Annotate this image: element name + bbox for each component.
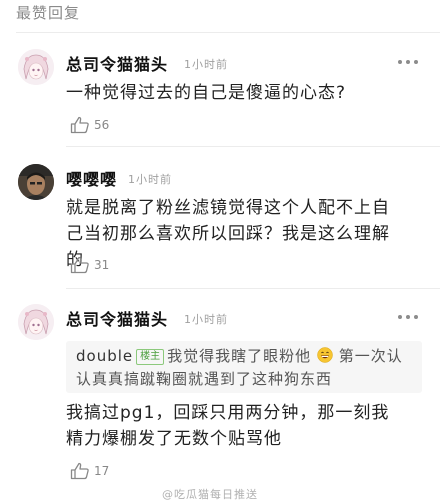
comment-username[interactable]: 总司令猫猫头: [66, 51, 168, 75]
like-count: 17: [94, 464, 110, 478]
like-button[interactable]: 31: [70, 254, 109, 276]
divider: [66, 288, 440, 289]
avatar[interactable]: [18, 304, 54, 340]
like-button[interactable]: 17: [70, 460, 109, 482]
section-title: 最赞回复: [16, 4, 81, 22]
thumb-up-icon: [70, 462, 89, 480]
comment-text: 一种觉得过去的自己是傻逼的心态?: [66, 83, 347, 103]
more-dots-icon[interactable]: [398, 59, 418, 65]
quoted-reply[interactable]: double 楼主 我觉得我瞎了眼粉他 第一次认认真真搞蹴鞠圈就遇到了这种狗东西: [66, 341, 422, 393]
watermark: @吃瓜猫每日推送: [162, 488, 258, 501]
comment-time: 1小时前: [184, 313, 228, 326]
more-dots-icon[interactable]: [398, 314, 418, 320]
divider: [16, 32, 440, 33]
op-badge: 楼主: [136, 349, 165, 365]
comment-time: 1小时前: [184, 58, 228, 71]
avatar[interactable]: [18, 49, 54, 85]
comment-time: 1小时前: [128, 173, 172, 186]
comment-username[interactable]: 嘤嘤嘤: [66, 166, 117, 190]
thumb-up-icon: [70, 256, 89, 274]
like-button[interactable]: 56: [70, 114, 109, 136]
quote-author[interactable]: double: [76, 347, 133, 365]
avatar[interactable]: [18, 164, 54, 200]
anime-avatar-icon: [18, 49, 54, 85]
comment-text: 就是脱离了粉丝滤镜觉得这个人配不上自己当初那么喜欢所以回踩？我是这么理解的: [66, 198, 390, 270]
comment-text: 我搞过pg1，回踩只用两分钟，那一刻我精力爆棚发了无数个贴骂他: [66, 403, 390, 449]
like-count: 31: [94, 258, 110, 272]
photo-avatar-icon: [18, 164, 54, 200]
grin-emoji-icon: [317, 347, 333, 363]
comment-username[interactable]: 总司令猫猫头: [66, 306, 168, 330]
divider: [66, 146, 440, 147]
thumb-up-icon: [70, 116, 89, 134]
quote-text: 我觉得我瞎了眼粉他: [167, 347, 312, 365]
like-count: 56: [94, 118, 110, 132]
anime-avatar-icon: [18, 304, 54, 340]
